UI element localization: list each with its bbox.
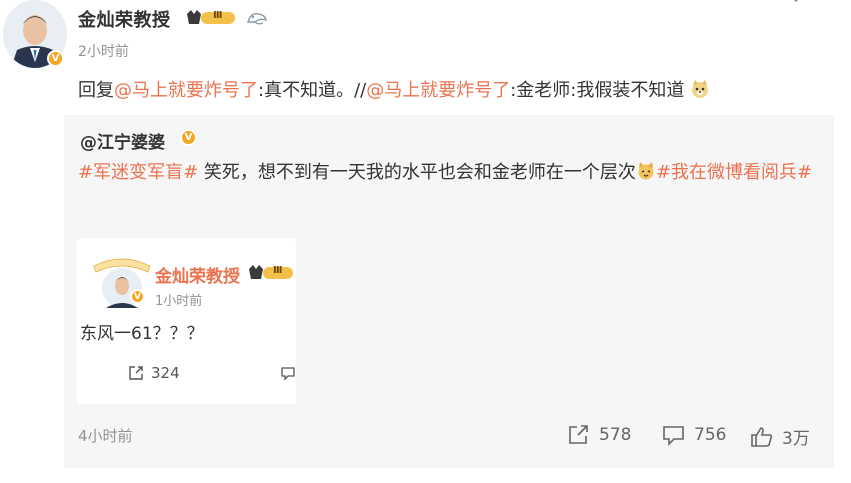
author-name[interactable]: 金灿荣教授	[78, 6, 171, 32]
repost-author-name[interactable]: @江宁婆婆	[80, 133, 165, 153]
comment-icon	[663, 426, 684, 446]
level-badge-text: Ⅲ	[213, 10, 223, 21]
weibo-emblem-icon	[245, 8, 269, 32]
card-time[interactable]: 1小时前	[155, 290, 202, 309]
repost-time[interactable]: 4小时前	[78, 425, 133, 446]
share-icon	[569, 425, 588, 444]
cat-emoji-icon	[636, 161, 656, 181]
comment-count: 756	[694, 425, 727, 445]
repost-body: 笑死，想不到有一天我的水平也会和金老师在一个层次	[198, 162, 636, 183]
comment-icon	[281, 367, 295, 381]
like-button[interactable]: 3万	[750, 424, 810, 449]
post-text: 回复@马上就要炸号了:真不知道。//@马上就要炸号了:金老师:我假装不知道	[78, 76, 710, 102]
card-author-name[interactable]: 金灿荣教授	[155, 262, 240, 287]
topic-link[interactable]: #军迷变军盲#	[78, 162, 198, 183]
share-button[interactable]: 578	[567, 424, 631, 446]
repost-text: #军迷变军盲# 笑死，想不到有一天我的水平也会和金老师在一个层次 #我在微博看阅兵…	[78, 158, 818, 188]
verified-badge-icon: V	[47, 50, 64, 67]
mention-link[interactable]: @马上就要炸号了	[366, 80, 510, 101]
reply-text: :真不知道。//	[258, 80, 367, 101]
verified-badge-icon: V	[180, 129, 197, 146]
level-badge-icon: Ⅲ	[185, 8, 237, 28]
verified-badge-icon: V	[130, 289, 145, 304]
level-badge-text: Ⅲ	[273, 265, 283, 276]
share-count: 578	[599, 425, 632, 445]
thumbs-up-icon	[751, 426, 773, 447]
share-icon	[129, 366, 143, 380]
like-count: 3万	[782, 429, 810, 449]
card-share-count: 324	[151, 364, 180, 382]
reply-text: :金老师:我假装不知道	[510, 80, 685, 101]
level-badge-icon: Ⅲ	[247, 263, 295, 283]
mention-link[interactable]: @马上就要炸号了	[114, 80, 258, 101]
comment-button[interactable]: 756	[662, 424, 726, 446]
card-text: 东风一61？？？	[80, 324, 204, 344]
repost-author[interactable]: @江宁婆婆	[80, 128, 165, 153]
topic-link[interactable]: #我在微博看阅兵#	[656, 162, 812, 183]
doge-emoji-icon	[690, 79, 710, 99]
card-comment-button[interactable]	[280, 365, 296, 385]
post-time[interactable]: 2小时前	[78, 41, 129, 61]
reply-prefix: 回复	[78, 80, 114, 101]
card-share-button[interactable]: 324	[127, 364, 180, 382]
card-avatar[interactable]	[88, 250, 156, 310]
chevron-down-icon[interactable]	[788, 0, 804, 12]
